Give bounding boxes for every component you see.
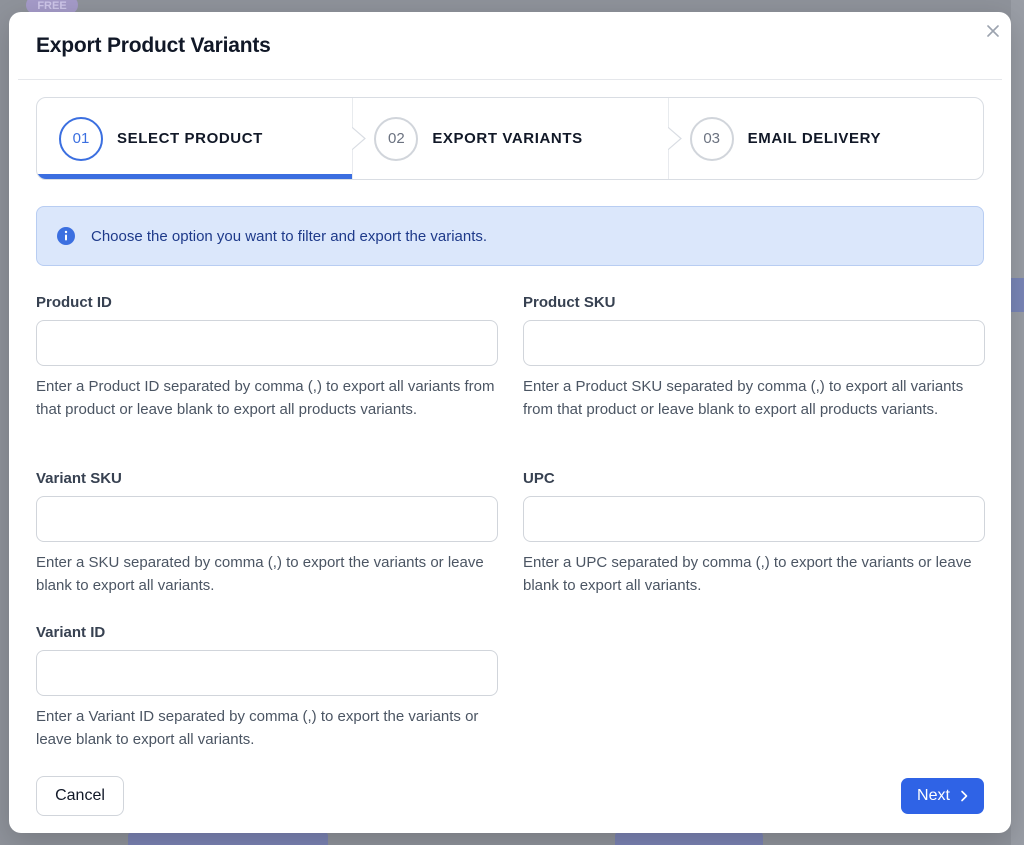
variant-sku-input[interactable] [36,496,498,542]
close-button[interactable] [982,20,1004,42]
next-button[interactable]: Next [901,778,984,814]
upc-group: UPC Enter a UPC separated by comma (,) t… [523,470,985,597]
product-id-group: Product ID Enter a Product ID separated … [36,294,498,421]
backdrop-import-button-2 [615,832,763,845]
backdrop-import-button [128,832,328,845]
step-label: EXPORT VARIANTS [432,130,583,147]
product-sku-input[interactable] [523,320,985,366]
backdrop-page-edge [1011,0,1024,845]
step-label: SELECT PRODUCT [117,130,263,147]
product-id-help: Enter a Product ID separated by comma (,… [36,378,495,418]
variant-id-group: Variant ID Enter a Variant ID separated … [36,624,498,751]
variant-sku-help: Enter a SKU separated by comma (,) to ex… [36,554,484,594]
step-number: 01 [59,116,103,161]
chevron-right-icon [961,790,968,802]
product-sku-group: Product SKU Enter a Product SKU separate… [523,294,985,421]
product-sku-help: Enter a Product SKU separated by comma (… [523,378,964,418]
step-export-variants[interactable]: 02 EXPORT VARIANTS [352,98,667,179]
upc-help: Enter a UPC separated by comma (,) to ex… [523,554,972,594]
product-sku-label: Product SKU [523,294,616,311]
export-variants-modal: Export Product Variants 01 SELECT PRODUC… [9,12,1011,833]
variant-sku-group: Variant SKU Enter a SKU separated by com… [36,470,498,597]
variant-sku-label: Variant SKU [36,470,122,487]
cancel-button[interactable]: Cancel [36,776,124,816]
step-email-delivery[interactable]: 03 EMAIL DELIVERY [668,98,983,179]
product-id-label: Product ID [36,294,112,311]
step-label: EMAIL DELIVERY [747,130,882,147]
variant-id-input[interactable] [36,650,498,696]
step-select-product[interactable]: 01 SELECT PRODUCT [37,98,353,179]
stepper: 01 SELECT PRODUCT 02 EXPORT VARIANTS 03 … [36,97,984,180]
step-number: 03 [689,116,734,161]
info-alert: Choose the option you want to filter and… [36,206,984,266]
close-icon [987,25,999,37]
upc-input[interactable] [523,496,985,542]
modal-header: Export Product Variants [18,12,1002,80]
alert-text: Choose the option you want to filter and… [91,227,488,245]
product-id-input[interactable] [36,320,498,366]
variant-id-help: Enter a Variant ID separated by comma (,… [36,708,479,748]
next-button-label: Next [917,787,950,804]
info-icon [57,227,75,245]
modal-title: Export Product Variants [36,34,271,57]
upc-label: UPC [523,470,555,487]
variant-id-label: Variant ID [36,624,106,641]
step-number: 02 [374,116,419,161]
